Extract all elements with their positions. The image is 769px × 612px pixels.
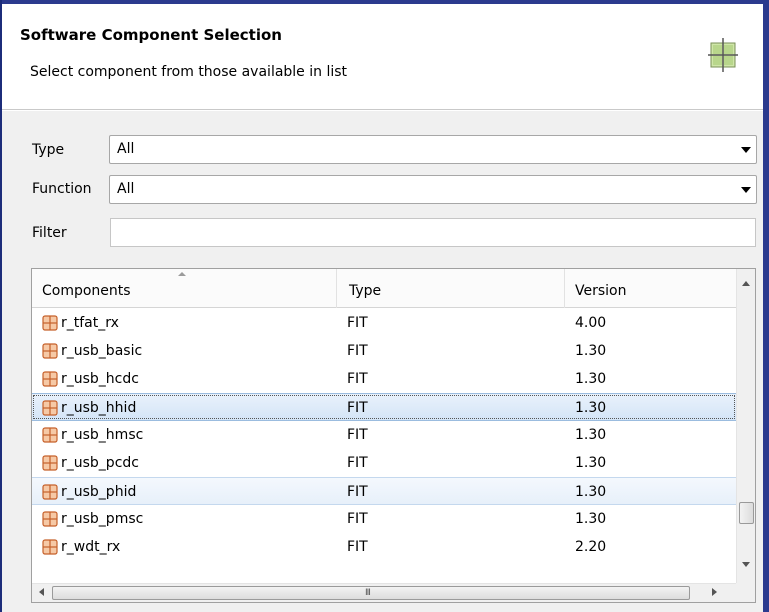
table-row[interactable]: r_usb_basic FIT 1.30 bbox=[32, 337, 736, 365]
components-table: Components Type Version r_tfat_rx FIT 4.00… bbox=[31, 268, 756, 603]
column-header-components[interactable]: Components bbox=[32, 269, 337, 308]
scroll-left-icon[interactable] bbox=[39, 588, 44, 596]
type-select[interactable]: All bbox=[109, 135, 757, 164]
component-type: FIT bbox=[347, 371, 368, 387]
scroll-down-icon[interactable] bbox=[742, 562, 750, 567]
function-select[interactable]: All bbox=[109, 175, 757, 204]
filter-input[interactable] bbox=[110, 218, 756, 247]
scrollbar-corner bbox=[736, 583, 755, 602]
component-icon bbox=[42, 539, 58, 555]
type-select-value: All bbox=[117, 141, 135, 157]
table-row[interactable]: r_usb_hhid FIT 1.30 bbox=[32, 393, 736, 421]
component-name: r_tfat_rx bbox=[61, 315, 119, 331]
component-icon bbox=[42, 371, 58, 387]
horizontal-scrollbar[interactable]: III bbox=[32, 583, 736, 602]
table-row[interactable]: r_usb_pcdc FIT 1.30 bbox=[32, 449, 736, 477]
page-subtitle: Select component from those available in… bbox=[30, 64, 348, 80]
component-version: 1.30 bbox=[575, 343, 607, 359]
table-row[interactable]: r_usb_phid FIT 1.30 bbox=[32, 477, 736, 505]
component-icon bbox=[42, 400, 58, 416]
component-type: FIT bbox=[347, 343, 368, 359]
table-row[interactable]: r_tfat_rx FIT 4.00 bbox=[32, 309, 736, 337]
chevron-down-icon bbox=[741, 187, 751, 193]
page-title: Software Component Selection bbox=[20, 26, 282, 44]
function-label: Function bbox=[32, 181, 92, 197]
component-version: 2.20 bbox=[575, 539, 607, 555]
scroll-right-icon[interactable] bbox=[712, 588, 717, 596]
grip-icon: III bbox=[365, 588, 371, 598]
component-icon bbox=[42, 343, 58, 359]
function-select-value: All bbox=[117, 181, 135, 197]
vertical-scroll-thumb[interactable] bbox=[739, 502, 754, 524]
component-name: r_usb_pcdc bbox=[61, 455, 139, 471]
scroll-up-icon[interactable] bbox=[742, 281, 750, 286]
component-name: r_usb_hhid bbox=[61, 400, 137, 416]
component-version: 1.30 bbox=[575, 427, 607, 443]
component-type: FIT bbox=[347, 511, 368, 527]
component-type: FIT bbox=[347, 455, 368, 471]
component-version: 4.00 bbox=[575, 315, 607, 331]
component-type: FIT bbox=[347, 400, 368, 416]
chevron-down-icon bbox=[741, 147, 751, 153]
component-icon bbox=[42, 455, 58, 471]
table-row[interactable]: r_usb_hmsc FIT 1.30 bbox=[32, 421, 736, 449]
sort-ascending-icon bbox=[178, 272, 186, 276]
table-row[interactable]: r_usb_pmsc FIT 1.30 bbox=[32, 505, 736, 533]
focus-outline bbox=[33, 395, 735, 419]
component-name: r_wdt_rx bbox=[61, 539, 121, 555]
table-row[interactable]: r_usb_hcdc FIT 1.30 bbox=[32, 365, 736, 393]
column-header-label: Components bbox=[42, 283, 131, 299]
window-frame-right bbox=[763, 0, 769, 612]
vertical-scrollbar[interactable] bbox=[736, 269, 755, 583]
component-grid-icon bbox=[708, 38, 738, 72]
component-version: 1.30 bbox=[575, 455, 607, 471]
component-icon bbox=[42, 427, 58, 443]
component-icon bbox=[42, 315, 58, 331]
component-version: 1.30 bbox=[575, 371, 607, 387]
component-version: 1.30 bbox=[575, 400, 607, 416]
column-header-version[interactable]: Version bbox=[565, 269, 736, 308]
wizard-header: Software Component Selection Select comp… bbox=[2, 4, 763, 110]
table-header: Components Type Version bbox=[32, 269, 736, 308]
component-version: 1.30 bbox=[575, 484, 607, 500]
component-name: r_usb_hmsc bbox=[61, 427, 144, 443]
type-label: Type bbox=[32, 142, 65, 158]
horizontal-scroll-thumb[interactable]: III bbox=[52, 586, 690, 600]
component-icon bbox=[42, 484, 58, 500]
component-type: FIT bbox=[347, 484, 368, 500]
column-header-label: Type bbox=[349, 283, 382, 299]
column-header-label: Version bbox=[575, 283, 627, 299]
component-name: r_usb_phid bbox=[61, 484, 137, 500]
filter-label: Filter bbox=[32, 225, 67, 241]
component-type: FIT bbox=[347, 315, 368, 331]
component-name: r_usb_pmsc bbox=[61, 511, 144, 527]
component-name: r_usb_basic bbox=[61, 343, 143, 359]
component-type: FIT bbox=[347, 427, 368, 443]
column-header-type[interactable]: Type bbox=[337, 269, 565, 308]
component-version: 1.30 bbox=[575, 511, 607, 527]
component-name: r_usb_hcdc bbox=[61, 371, 139, 387]
table-row[interactable]: r_wdt_rx FIT 2.20 bbox=[32, 533, 736, 561]
component-icon bbox=[42, 511, 58, 527]
component-type: FIT bbox=[347, 539, 368, 555]
